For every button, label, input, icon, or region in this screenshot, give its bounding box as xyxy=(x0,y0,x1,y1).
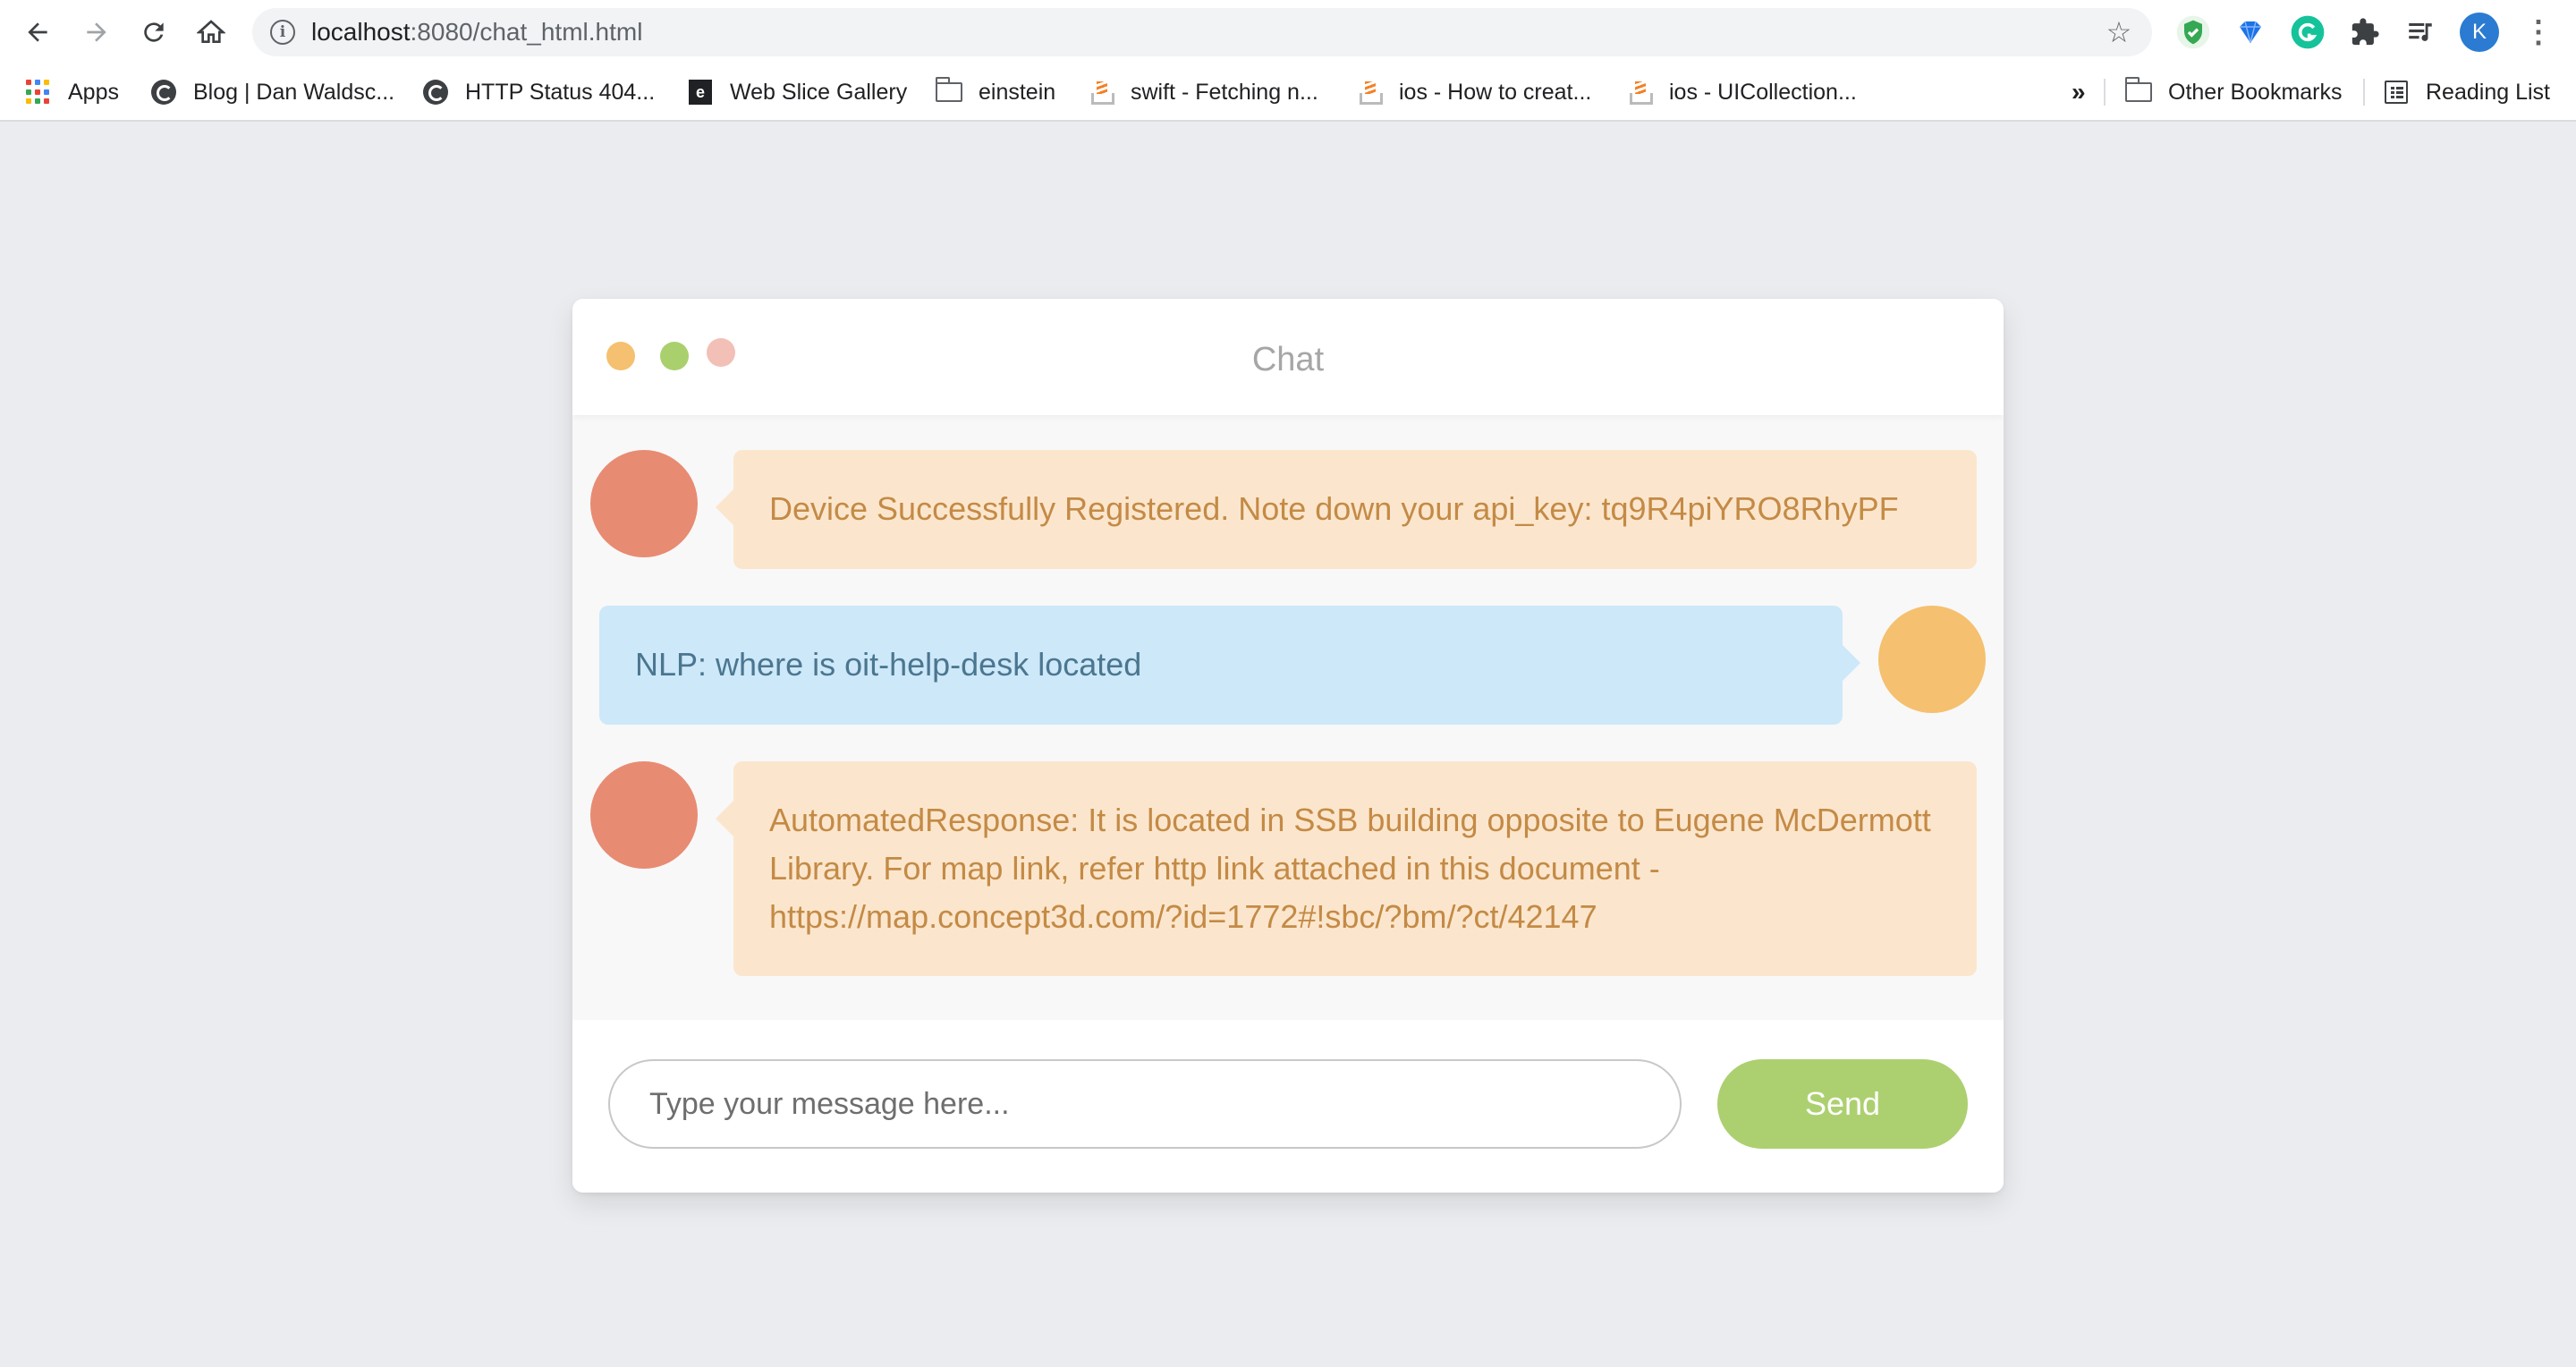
reload-icon[interactable] xyxy=(134,13,174,52)
media-controls-icon[interactable] xyxy=(2402,14,2438,50)
site-info-icon[interactable]: i xyxy=(270,20,295,45)
message-bubble-bot: Device Successfully Registered. Note dow… xyxy=(716,450,1977,569)
bookmark-apps[interactable]: Apps xyxy=(25,64,119,120)
send-button[interactable]: Send xyxy=(1717,1059,1968,1149)
bookmark-label: Other Bookmarks xyxy=(2168,79,2343,105)
url-host: localhost xyxy=(311,18,411,46)
folder-icon xyxy=(2124,77,2152,106)
stackoverflow-icon xyxy=(1088,79,1114,106)
chat-input-bar: Send xyxy=(572,1020,2004,1193)
bookmark-label: Blog | Dan Waldsc... xyxy=(193,79,395,105)
bookmarks-bar: Apps Blog | Dan Waldsc... HTTP Status 40… xyxy=(0,64,2576,122)
bookmark-folder-einstein[interactable]: einstein xyxy=(935,64,1056,120)
grammarly-icon[interactable] xyxy=(2290,14,2326,50)
bookmark-label: Apps xyxy=(68,79,119,105)
home-icon[interactable] xyxy=(191,13,231,52)
reading-list-label: Reading List xyxy=(2426,79,2550,105)
extensions-puzzle-icon[interactable] xyxy=(2347,14,2383,50)
bookmark-label: swift - Fetching n... xyxy=(1131,79,1318,105)
diamond-extension-icon[interactable] xyxy=(2233,14,2268,50)
message-text: NLP: where is oit-help-desk located xyxy=(635,646,1142,683)
url-path: :8080/chat_html.html xyxy=(410,18,643,46)
stackoverflow-icon xyxy=(1356,79,1383,106)
bookmarks-divider xyxy=(2363,79,2365,106)
message-text: AutomatedResponse: It is located in SSB … xyxy=(769,802,1931,935)
bookmarks-divider xyxy=(2104,79,2106,106)
apps-grid-icon xyxy=(25,79,52,106)
bookmark-web-slice-gallery[interactable]: e Web Slice Gallery xyxy=(687,64,907,120)
reading-list-button[interactable]: Reading List xyxy=(2383,64,2550,120)
stackoverflow-icon xyxy=(1626,79,1653,106)
bot-avatar xyxy=(590,761,698,869)
bookmarks-overflow-button[interactable]: » xyxy=(2072,64,2086,120)
bookmark-other-bookmarks[interactable]: Other Bookmarks xyxy=(2124,64,2343,120)
url-text[interactable]: localhost:8080/chat_html.html xyxy=(311,8,642,56)
bookmark-http-status[interactable]: HTTP Status 404... xyxy=(422,64,655,120)
bookmark-label: ios - How to creat... xyxy=(1399,79,1592,105)
bot-avatar xyxy=(590,450,698,557)
chat-window: Chat Device Successfully Registered. Not… xyxy=(572,299,2004,1193)
browser-menu-icon[interactable]: ⋮ xyxy=(2521,13,2556,52)
chat-header: Chat xyxy=(572,299,2004,415)
user-avatar xyxy=(1878,606,1986,713)
message-input[interactable] xyxy=(608,1059,1682,1149)
bookmark-swift[interactable]: swift - Fetching n... xyxy=(1088,64,1318,120)
message-text: Device Successfully Registered. Note dow… xyxy=(769,490,1899,527)
profile-avatar[interactable]: K xyxy=(2460,13,2499,52)
page-content: Chat Device Successfully Registered. Not… xyxy=(0,122,2576,1367)
chat-title: Chat xyxy=(1251,341,1325,378)
back-icon[interactable] xyxy=(18,13,57,52)
address-bar[interactable]: i localhost:8080/chat_html.html ☆ xyxy=(252,8,2152,56)
message-bubble-bot: AutomatedResponse: It is located in SSB … xyxy=(716,761,1977,976)
bookmark-ios-uicollection[interactable]: ios - UICollection... xyxy=(1626,64,1857,120)
bookmark-label: Web Slice Gallery xyxy=(730,79,908,105)
reading-list-icon xyxy=(2383,79,2410,106)
bookmark-blog[interactable]: Blog | Dan Waldsc... xyxy=(150,64,394,120)
bookmark-ios-how-to[interactable]: ios - How to creat... xyxy=(1356,64,1591,120)
web-slice-icon: e xyxy=(687,79,714,106)
bookmark-label: ios - UICollection... xyxy=(1669,79,1857,105)
globe-icon xyxy=(150,79,177,106)
message-bubble-user: NLP: where is oit-help-desk located xyxy=(599,606,1860,725)
folder-icon xyxy=(935,77,962,106)
globe-icon xyxy=(422,79,449,106)
forward-icon[interactable] xyxy=(77,13,116,52)
bookmark-star-icon[interactable]: ☆ xyxy=(2104,17,2134,47)
browser-toolbar: i localhost:8080/chat_html.html ☆ K ⋮ xyxy=(0,0,2576,64)
bookmark-label: HTTP Status 404... xyxy=(465,79,656,105)
bookmark-label: einstein xyxy=(979,79,1056,105)
shield-extension-icon[interactable] xyxy=(2175,14,2211,50)
